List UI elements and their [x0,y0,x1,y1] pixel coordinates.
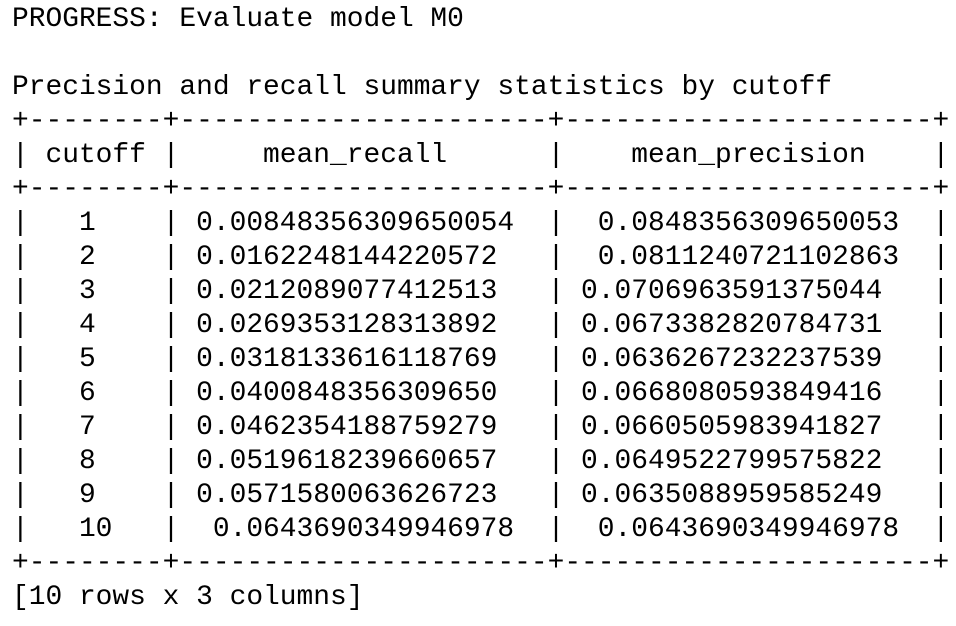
table-row: | 2 | 0.0162248144220572 | 0.08112407211… [12,242,950,273]
table-header-row: | cutoff | mean_recall | mean_precision … [12,140,950,171]
table-row: | 10 | 0.0643690349946978 | 0.0643690349… [12,514,950,545]
table-row: | 7 | 0.0462354188759279 | 0.06605059839… [12,412,950,443]
table-border-bottom: +--------+----------------------+-------… [12,548,950,579]
table-row: | 3 | 0.0212089077412513 | 0.07069635913… [12,276,950,307]
table-header-separator: +--------+----------------------+-------… [12,174,950,205]
progress-line: PROGRESS: Evaluate model M0 [12,4,464,35]
table-row: | 8 | 0.0519618239660657 | 0.06495227995… [12,446,950,477]
table-row: | 6 | 0.0400848356309650 | 0.06680805938… [12,378,950,409]
table-row: | 9 | 0.0571580063626723 | 0.06350889595… [12,480,950,511]
table-border-top: +--------+----------------------+-------… [12,106,950,137]
table-row: | 1 | 0.00848356309650054 | 0.0848356309… [12,208,950,239]
table-footer: [10 rows x 3 columns] [12,582,364,613]
table-caption: Precision and recall summary statistics … [12,72,833,103]
ascii-table: +--------+----------------------+-------… [12,105,949,581]
table-row: | 4 | 0.0269353128313892 | 0.06733828207… [12,310,950,341]
table-row: | 5 | 0.0318133616118769 | 0.06362672322… [12,344,950,375]
terminal-output: PROGRESS: Evaluate model M0 Precision an… [12,3,949,615]
